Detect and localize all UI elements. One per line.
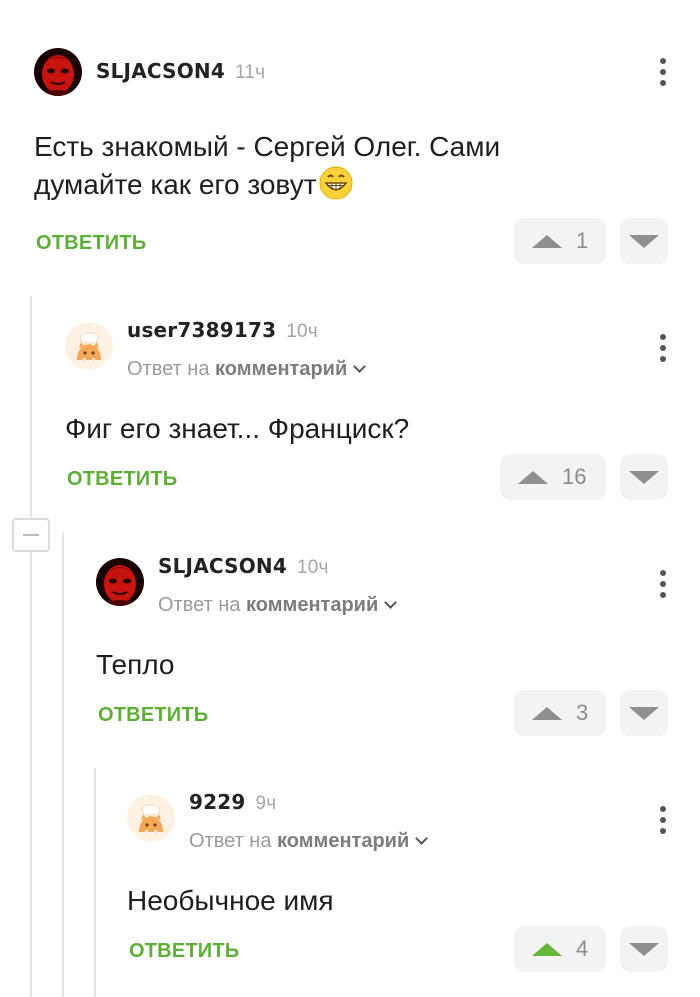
reply-to-link[interactable]: Ответ на комментарий <box>189 830 429 853</box>
comment-text: Необычное имя <box>127 885 334 916</box>
default-cat-avatar-icon <box>65 322 113 370</box>
reply-button[interactable]: ОТВЕТИТЬ <box>67 468 177 491</box>
reply-to-link[interactable]: Ответ на комментарий <box>127 358 367 381</box>
more-options-icon[interactable] <box>658 334 668 362</box>
chevron-down-icon <box>353 360 367 373</box>
more-options-icon[interactable] <box>658 806 668 834</box>
avatar[interactable] <box>96 558 144 606</box>
triangle-down-icon <box>629 234 659 248</box>
vote-count: 4 <box>576 936 589 961</box>
timestamp: 10ч <box>286 321 318 342</box>
reply-to-prefix: Ответ на <box>158 594 241 616</box>
triangle-down-icon <box>629 706 659 720</box>
reply-button[interactable]: ОТВЕТИТЬ <box>129 940 239 963</box>
triangle-up-icon <box>532 706 562 720</box>
thread-line-level-2 <box>62 532 64 997</box>
comment-header: SLJACSON4 10ч Ответ на комментарий <box>96 554 700 634</box>
username-text: user7389173 <box>127 318 277 342</box>
triangle-down-icon <box>629 942 659 956</box>
downvote-button[interactable] <box>620 218 668 264</box>
username-text: SLJACSON4 <box>158 554 287 578</box>
comment-reply-level-3: 9229 9ч Ответ на комментарий Необычное им… <box>127 790 700 997</box>
comment-text-line: Есть знакомый - Сергей Олег. Сами <box>34 131 501 162</box>
reply-to-prefix: Ответ на <box>189 830 272 852</box>
reply-button[interactable]: ОТВЕТИТЬ <box>36 232 146 255</box>
triangle-down-icon <box>629 470 659 484</box>
red-face-avatar-icon <box>34 48 82 96</box>
avatar[interactable] <box>127 794 175 842</box>
triangle-up-icon <box>532 942 562 956</box>
username[interactable]: SLJACSON4 10ч <box>158 554 329 579</box>
collapse-thread-button[interactable] <box>12 518 50 552</box>
upvote-button[interactable]: 3 <box>514 690 606 736</box>
comment-text: Фиг его знает... Франциск? <box>65 413 410 444</box>
comment-header: SLJACSON4 11ч <box>34 46 700 126</box>
triangle-up-icon <box>518 470 548 484</box>
more-options-icon[interactable] <box>658 570 668 598</box>
reply-to-target: комментарий <box>277 830 410 852</box>
grinning-emoji-icon <box>319 166 353 210</box>
downvote-button[interactable] <box>620 454 668 500</box>
reply-to-target: комментарий <box>246 594 379 616</box>
username[interactable]: SLJACSON4 11ч <box>96 59 265 84</box>
timestamp: 10ч <box>296 557 329 578</box>
comment-reply-level-2: SLJACSON4 10ч Ответ на комментарий Тепло … <box>96 554 700 790</box>
more-options-icon[interactable] <box>658 58 668 86</box>
red-face-avatar-icon <box>96 558 144 606</box>
timestamp: 9ч <box>255 793 277 814</box>
comment-header: 9229 9ч Ответ на комментарий <box>127 790 700 870</box>
downvote-button[interactable] <box>620 690 668 736</box>
vote-count: 3 <box>576 700 589 725</box>
timestamp: 11ч <box>234 62 266 83</box>
avatar[interactable] <box>34 48 82 96</box>
comment-header: user7389173 10ч Ответ на комментарий <box>65 318 700 398</box>
username-text: 9229 <box>189 790 246 814</box>
comment-text-fragment: думайте как его зовут <box>34 169 317 200</box>
chevron-down-icon <box>384 596 398 609</box>
comment-reply-level-1: user7389173 10ч Ответ на комментарий Фиг … <box>65 318 700 554</box>
username-text: SLJACSON4 <box>96 59 225 83</box>
vote-count: 1 <box>576 228 589 253</box>
vote-count: 16 <box>562 464 587 489</box>
upvote-button[interactable]: 16 <box>500 454 606 500</box>
reply-to-prefix: Ответ на <box>127 358 210 380</box>
thread-line-level-3 <box>94 768 96 997</box>
upvote-button[interactable]: 4 <box>514 926 606 972</box>
default-cat-avatar-icon <box>127 794 175 842</box>
username[interactable]: 9229 9ч <box>189 790 276 815</box>
reply-to-link[interactable]: Ответ на комментарий <box>158 594 398 617</box>
reply-button[interactable]: ОТВЕТИТЬ <box>98 704 208 727</box>
minus-icon <box>23 534 39 536</box>
comment-text-line: думайте как его зовут <box>34 166 500 210</box>
username[interactable]: user7389173 10ч <box>127 318 318 343</box>
comment-text: Тепло <box>96 649 175 680</box>
upvote-button[interactable]: 1 <box>514 218 606 264</box>
chevron-down-icon <box>415 832 429 845</box>
comment-text: Есть знакомый - Сергей Олег. Сами думайт… <box>34 128 500 210</box>
avatar[interactable] <box>65 322 113 370</box>
reply-to-target: комментарий <box>215 358 348 380</box>
thread-line-level-1 <box>30 296 32 997</box>
triangle-up-icon <box>532 234 562 248</box>
downvote-button[interactable] <box>620 926 668 972</box>
comment-root: SLJACSON4 11ч Есть знакомый - Сергей Олег… <box>34 46 700 282</box>
